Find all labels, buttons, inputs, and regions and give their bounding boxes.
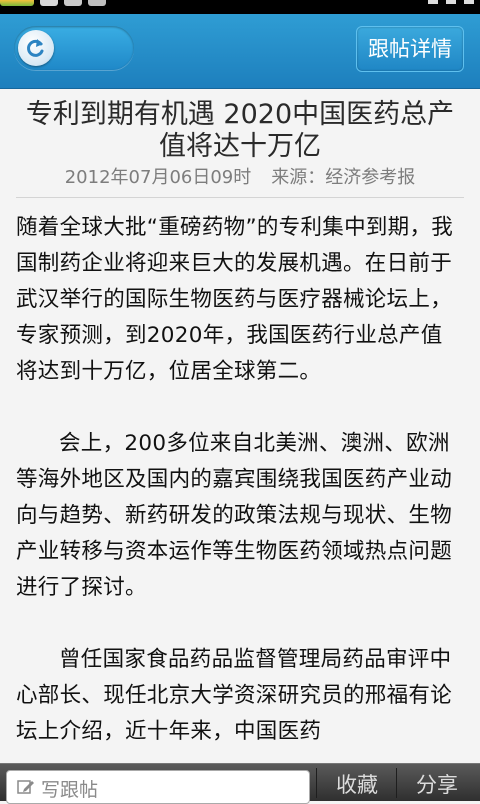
signal-icon — [428, 0, 438, 4]
pencil-icon — [17, 780, 34, 794]
battery-icon — [464, 0, 474, 4]
comment-detail-button[interactable]: 跟帖详情 — [356, 26, 464, 72]
notification-icon — [88, 0, 106, 6]
article-meta: 2012年07月06日09时 来源：经济参考报 — [0, 165, 480, 191]
article-body: 随着全球大批“重磅药物”的专利集中到期，我国制药企业将迎来巨大的发展机遇。在日前… — [16, 210, 462, 750]
notification-icon — [64, 0, 82, 6]
write-comment-placeholder: 写跟帖 — [41, 779, 99, 801]
status-bar — [0, 0, 480, 14]
paragraph: 随着全球大批“重磅药物”的专利集中到期，我国制药企业将迎来巨大的发展机遇。在日前… — [16, 215, 454, 384]
top-header: 跟帖详情 — [0, 14, 480, 89]
app-notification-icon — [0, 0, 34, 6]
favorite-button[interactable]: 收藏 — [322, 768, 392, 802]
bottom-toolbar: 写跟帖 收藏 分享 — [0, 763, 480, 804]
toolbar-separator — [396, 768, 397, 798]
notification-icon — [40, 0, 58, 6]
divider — [16, 197, 464, 198]
paragraph: 会上，200多位来自北美洲、澳洲、欧洲等海外地区及国内的嘉宾围绕我国医药产业动向… — [16, 431, 453, 600]
write-comment-input[interactable]: 写跟帖 — [6, 770, 310, 804]
article-source: 来源：经济参考报 — [271, 167, 416, 188]
toolbar-separator — [316, 768, 317, 798]
share-button[interactable]: 分享 — [402, 768, 472, 802]
refresh-arrow-icon — [27, 39, 44, 57]
article-content[interactable]: 专利到期有机遇 2020中国医药总产值将达十万亿 2012年07月06日09时来… — [0, 89, 480, 763]
back-button[interactable] — [18, 30, 54, 66]
article-title: 专利到期有机遇 2020中国医药总产值将达十万亿 — [25, 99, 455, 162]
article-date: 2012年07月06日09时 — [64, 167, 252, 188]
back-toggle[interactable] — [14, 26, 134, 70]
paragraph: 曾任国家食品药品监督管理局药品审评中心部长、现任北京大学资深研究员的邢福有论坛上… — [16, 647, 453, 744]
wifi-icon — [446, 0, 456, 4]
